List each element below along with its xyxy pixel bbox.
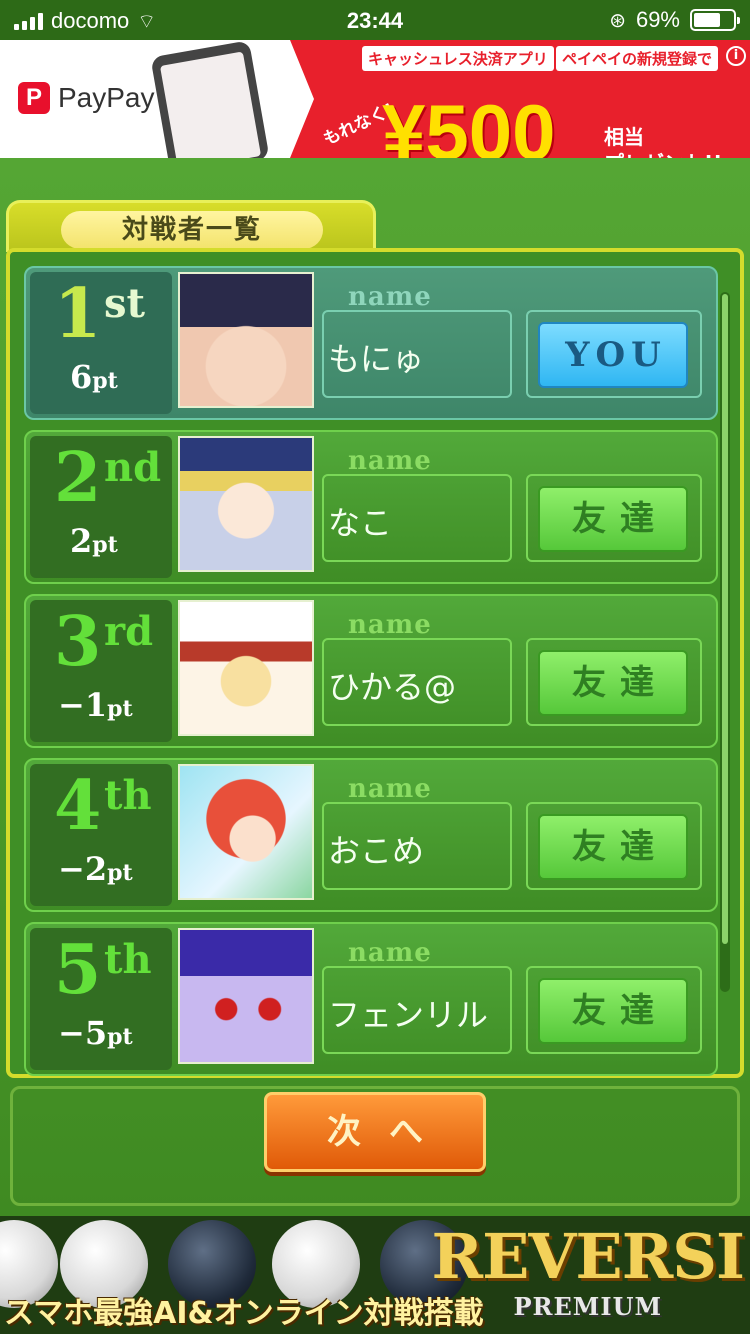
avatar — [178, 928, 314, 1064]
paypay-icon: P — [18, 82, 50, 114]
battery-percent: 69% — [635, 7, 680, 32]
rank-badge: 4 th −2pt — [30, 764, 172, 906]
points-value: 6 — [70, 358, 93, 396]
avatar — [178, 436, 314, 572]
points-value: −1 — [58, 686, 108, 724]
ad-tag-right: ペイペイの新規登録で — [556, 46, 719, 71]
status-right: ⊛ 69% — [609, 7, 740, 33]
battery-icon — [690, 9, 740, 31]
rank-number: 2 — [54, 438, 102, 518]
player-name: フェンリル — [328, 996, 489, 1034]
rank-points: 2pt — [70, 522, 118, 560]
logo-subtitle: PREMIUM — [513, 1292, 663, 1321]
points-unit: pt — [107, 1024, 133, 1050]
rank-badge: 3 rd −1pt — [30, 600, 172, 742]
avatar — [178, 600, 314, 736]
points-unit: pt — [92, 532, 118, 558]
points-value: −2 — [58, 850, 108, 888]
list-item: 1 st 6pt name もにゅ YOU — [24, 266, 718, 420]
rank-suffix: rd — [104, 608, 154, 655]
ad-info-icon[interactable]: i — [726, 46, 746, 66]
avatar — [178, 272, 314, 408]
opponent-list-panel: 1 st 6pt name もにゅ YOU 2 nd 2pt name なこ 友… — [6, 248, 744, 1078]
rank-number: 1 — [54, 274, 102, 354]
ad-gift-line2: プレゼント!! — [604, 150, 722, 158]
name-label: name — [348, 610, 432, 640]
rank-number: 5 — [54, 930, 102, 1010]
name-label: name — [348, 774, 432, 804]
avatar — [178, 764, 314, 900]
points-value: −5 — [58, 1014, 108, 1052]
banner-tagline: スマホ最強AI&オンライン対戦搭載 — [4, 1296, 484, 1331]
ad-amount: ¥500 — [382, 88, 556, 158]
name-label: name — [348, 938, 432, 968]
rank-suffix: th — [104, 772, 152, 819]
you-button[interactable]: YOU — [538, 322, 688, 388]
list-item: 3 rd −1pt name ひかる@ 友達 — [24, 594, 718, 748]
board-title: 対戦者一覧 — [61, 211, 323, 249]
friend-button[interactable]: 友達 — [538, 978, 688, 1044]
rank-suffix: nd — [104, 444, 162, 491]
paypay-brand: PayPay — [58, 82, 155, 113]
header-tab: 対戦者一覧 — [6, 200, 376, 252]
points-unit: pt — [92, 368, 118, 394]
opponent-list-board: 対戦者一覧 1 st 6pt name もにゅ YOU 2 nd 2pt nam… — [0, 158, 750, 1216]
player-name: もにゅ — [328, 340, 425, 378]
player-name: おこめ — [328, 832, 425, 870]
reversi-ad-banner[interactable]: スマホ最強AI&オンライン対戦搭載 REVERSI PREMIUM — [0, 1216, 750, 1334]
rank-suffix: st — [104, 280, 145, 327]
name-label: name — [348, 446, 432, 476]
list-item: 4 th −2pt name おこめ 友達 — [24, 758, 718, 912]
orientation-lock-icon: ⊛ — [609, 9, 626, 32]
name-label: name — [348, 282, 432, 312]
ad-banner[interactable]: P PayPay キャッシュレス決済アプリ ペイペイの新規登録で i もれなく!… — [0, 40, 750, 158]
reversi-logo: REVERSI PREMIUM — [431, 1220, 745, 1322]
ad-gift-text: 相当 プレゼント!! — [604, 124, 722, 158]
rank-points: −2pt — [58, 850, 133, 888]
logo-title: REVERSI — [431, 1220, 745, 1293]
rank-number: 4 — [54, 766, 102, 846]
points-unit: pt — [107, 860, 133, 886]
friend-button[interactable]: 友達 — [538, 486, 688, 552]
points-unit: pt — [107, 696, 133, 722]
points-value: 2 — [70, 522, 93, 560]
phone-illustration — [150, 40, 270, 158]
player-name: なこ — [328, 504, 393, 542]
scrollbar-thumb[interactable] — [722, 294, 728, 944]
paypay-logo: P PayPay — [18, 82, 155, 114]
list-item: 2 nd 2pt name なこ 友達 — [24, 430, 718, 584]
status-bar: docomo ⌔ 23:44 ⊛ 69% — [0, 0, 750, 40]
ad-tag-left: キャッシュレス決済アプリ — [362, 46, 554, 71]
rank-points: −5pt — [58, 1014, 133, 1052]
rank-badge: 2 nd 2pt — [30, 436, 172, 578]
rank-points: 6pt — [70, 358, 118, 396]
next-button[interactable]: 次へ — [264, 1092, 486, 1172]
list-item: 5 th −5pt name フェンリル 友達 — [24, 922, 718, 1076]
player-name: ひかる@ — [328, 668, 457, 706]
ad-gift-line1: 相当 — [604, 125, 644, 149]
rank-badge: 1 st 6pt — [30, 272, 172, 414]
rank-suffix: th — [104, 936, 152, 983]
rank-number: 3 — [54, 602, 102, 682]
friend-button[interactable]: 友達 — [538, 814, 688, 880]
rank-points: −1pt — [58, 686, 133, 724]
rank-badge: 5 th −5pt — [30, 928, 172, 1070]
friend-button[interactable]: 友達 — [538, 650, 688, 716]
